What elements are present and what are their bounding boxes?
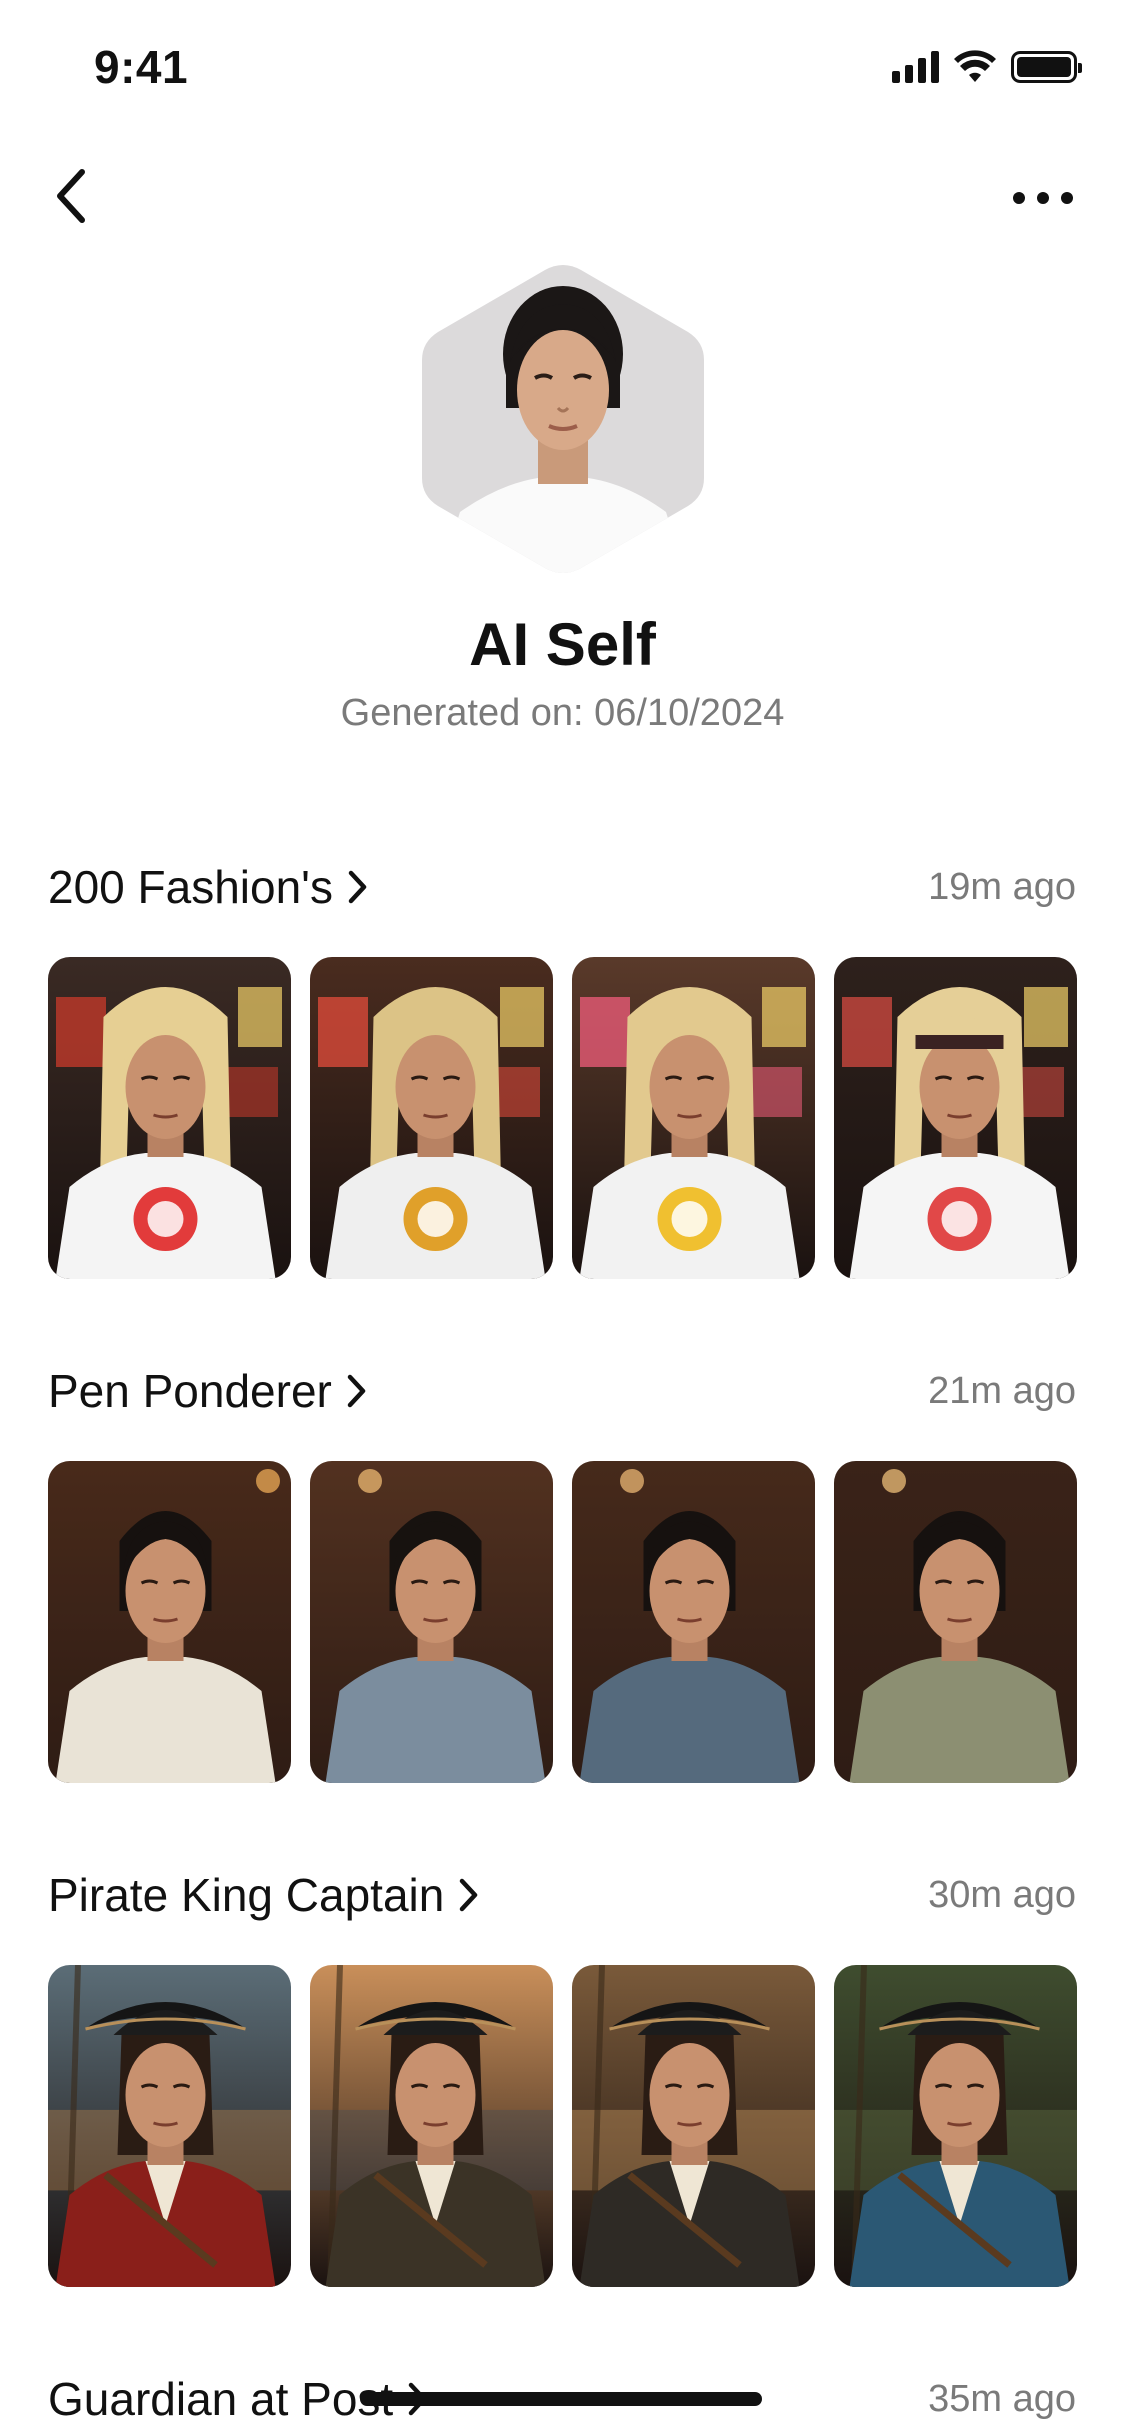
- section-title-link[interactable]: Pirate King Captain: [48, 1868, 480, 1922]
- home-indicator: [360, 2392, 762, 2406]
- photo-thumbnail[interactable]: [572, 1965, 815, 2287]
- section-timestamp: 35m ago: [928, 2378, 1076, 2420]
- section-timestamp: 30m ago: [928, 1874, 1076, 1916]
- photo-thumbnail[interactable]: [834, 1965, 1077, 2287]
- photo-thumbnail[interactable]: [572, 1461, 815, 1783]
- photo-thumbnail[interactable]: [310, 1461, 553, 1783]
- collection-section: Pirate King Captain 30m ago: [48, 1860, 1077, 2287]
- section-header: 200 Fashion's 19m ago: [48, 852, 1076, 922]
- chevron-right-icon: [458, 1877, 480, 1913]
- chevron-right-icon: [347, 869, 369, 905]
- photo-thumbnail[interactable]: [310, 1965, 553, 2287]
- wifi-icon: [954, 50, 996, 82]
- photo-thumbnail[interactable]: [834, 957, 1077, 1279]
- photo-thumbnail[interactable]: [572, 957, 815, 1279]
- chevron-right-icon: [346, 1373, 368, 1409]
- photo-thumbnail[interactable]: [310, 957, 553, 1279]
- battery-icon: [1011, 51, 1082, 83]
- status-icons: [892, 50, 1082, 84]
- profile-name: AI Self: [469, 611, 656, 678]
- more-options-button[interactable]: [1007, 170, 1079, 226]
- status-bar: 9:41: [0, 0, 1125, 140]
- section-header: Pirate King Captain 30m ago: [48, 1860, 1076, 1930]
- collection-section: Pen Ponderer 21m ago: [48, 1356, 1077, 1783]
- section-title-link[interactable]: 200 Fashion's: [48, 860, 369, 914]
- photo-thumbnail[interactable]: [48, 1461, 291, 1783]
- chevron-left-icon: [57, 169, 85, 223]
- back-button[interactable]: [42, 160, 98, 232]
- section-title: Pen Ponderer: [48, 1365, 332, 1417]
- section-title-link[interactable]: Pen Ponderer: [48, 1364, 368, 1418]
- photo-thumbnail[interactable]: [48, 1965, 291, 2287]
- photo-thumbnail[interactable]: [48, 957, 291, 1279]
- section-timestamp: 21m ago: [928, 1370, 1076, 1412]
- photo-thumbnail[interactable]: [834, 1461, 1077, 1783]
- thumbnail-row: [48, 1965, 1077, 2287]
- section-title: 200 Fashion's: [48, 861, 333, 913]
- status-time: 9:41: [94, 41, 189, 93]
- ellipsis-icon: [1013, 192, 1073, 204]
- avatar: [420, 262, 706, 576]
- thumbnail-row: [48, 1461, 1077, 1783]
- generated-date: Generated on: 06/10/2024: [340, 692, 785, 734]
- section-timestamp: 19m ago: [928, 866, 1076, 908]
- thumbnail-row: [48, 957, 1077, 1279]
- section-header: Pen Ponderer 21m ago: [48, 1356, 1076, 1426]
- section-title: Pirate King Captain: [48, 1869, 445, 1921]
- collection-section: 200 Fashion's 19m ago: [48, 852, 1077, 1279]
- signal-icon: [892, 51, 939, 83]
- section-title: Guardian at Post: [48, 2373, 394, 2425]
